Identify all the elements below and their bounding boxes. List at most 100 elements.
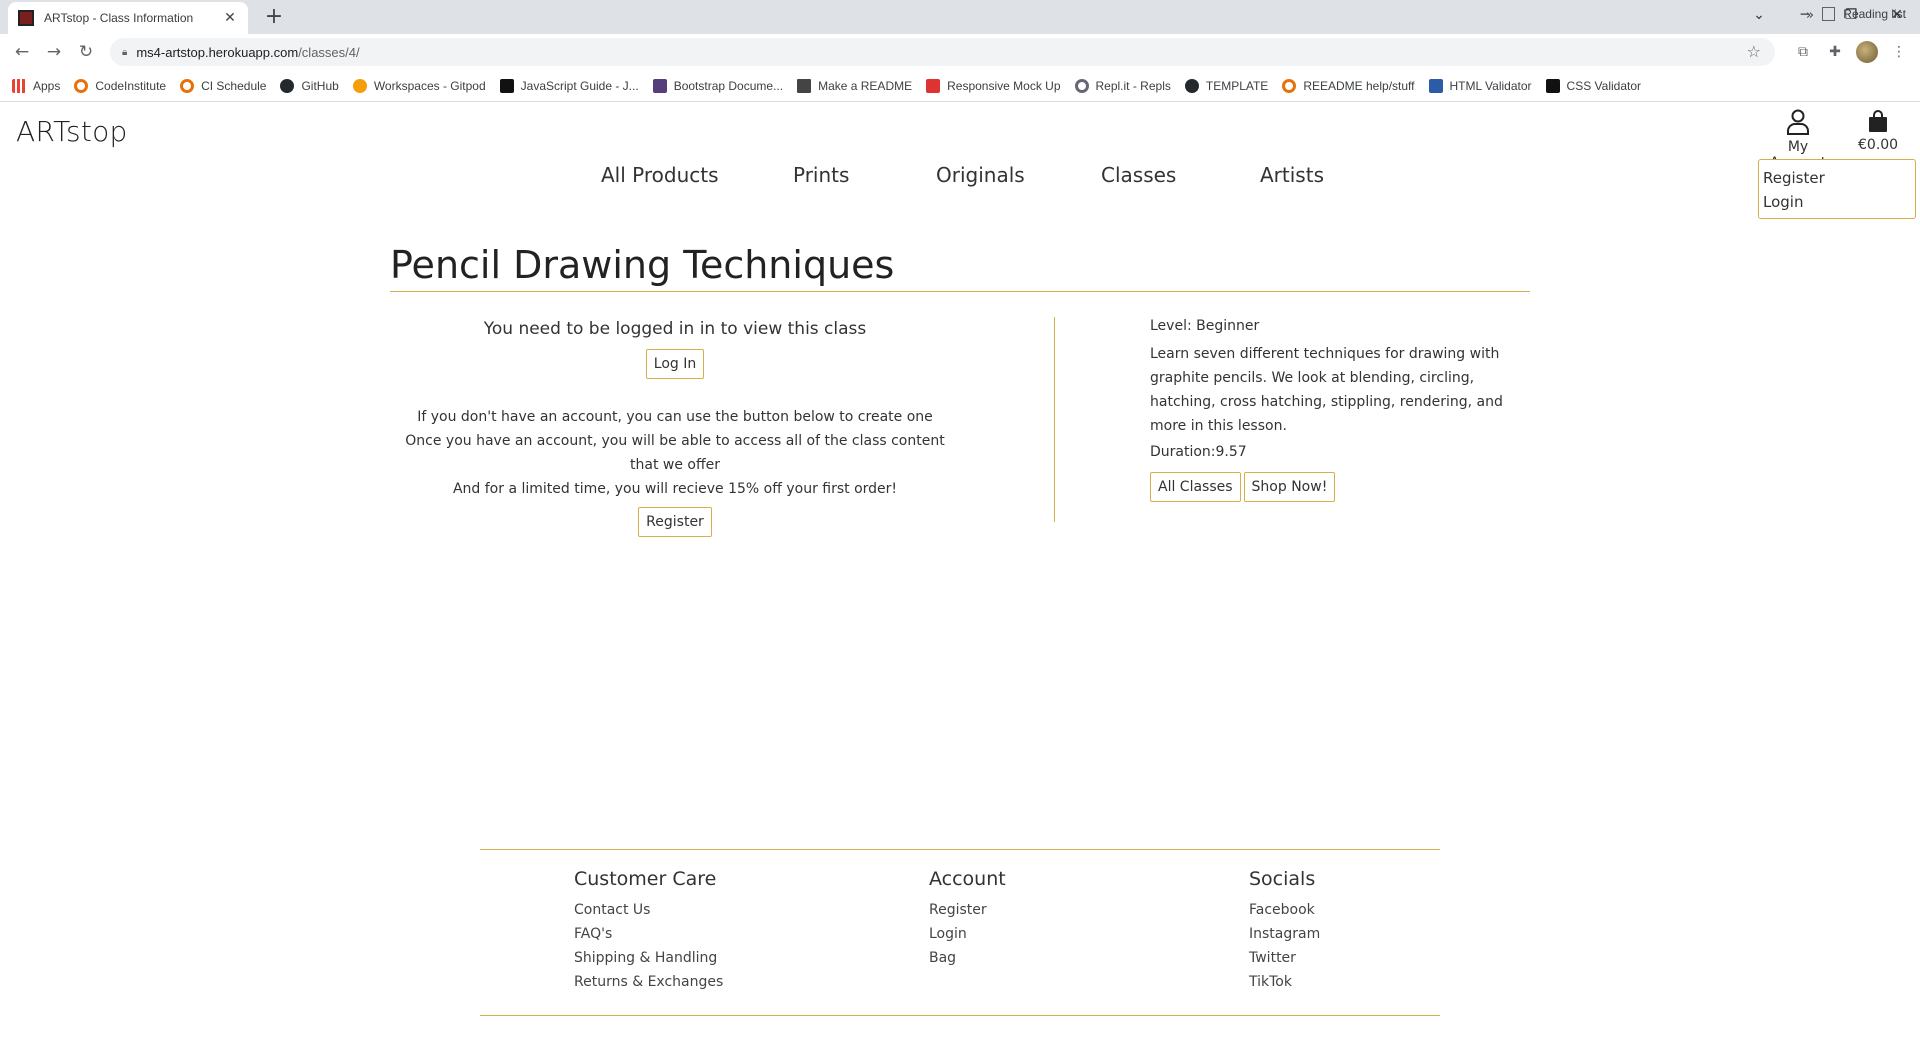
footer-link[interactable]: TikTok [1249,970,1320,994]
footer-divider-top [480,849,1440,850]
bookmark-gh-icon [280,78,295,93]
bookmark-item[interactable]: REEADME help/stuff [1282,78,1415,93]
shopping-bag-link[interactable]: €0.00 [1858,109,1898,153]
bookmark-item[interactable]: CSS Validator [1545,78,1642,93]
bookmark-item[interactable]: JavaScript Guide - J... [499,78,639,93]
site-logo[interactable]: ARTstop [16,115,128,148]
bookmark-rm-icon [926,78,941,93]
bookmark-w3-icon [1428,78,1443,93]
info-line: And for a limited time, you will recieve… [452,481,898,497]
column-divider [1054,317,1055,522]
all-classes-button[interactable]: All Classes [1150,472,1241,502]
bookmark-label: TEMPLATE [1205,78,1269,93]
bookmark-apps-icon [12,78,26,93]
bookmark-item[interactable]: CI Schedule [180,78,267,93]
bookmark-label: CodeInstitute [95,78,167,93]
browser-menu-icon[interactable]: ⋮ [1888,38,1910,66]
site-favicon-icon [18,10,34,26]
nav-classes[interactable]: Classes [1101,163,1176,187]
lock-icon: 🔒︎ [122,46,128,58]
class-level: Level: Beginner [1150,318,1260,334]
more-bookmarks-icon[interactable]: » [1806,8,1814,23]
bookmark-gh-icon [1184,78,1199,93]
class-actions: All Classes Shop Now! [1150,472,1530,502]
bookmark-ring-icon [180,78,195,93]
footer-link[interactable]: Twitter [1249,946,1320,970]
bookmarks-bar: Apps CodeInstitute CI Schedule GitHub Worksp… [0,70,1920,102]
footer-link[interactable]: Login [929,922,1006,946]
bookmark-label: JavaScript Guide - J... [520,78,639,93]
footer-link[interactable]: Register [929,898,1006,922]
bookmark-label: Apps [33,78,61,93]
bookmark-item[interactable]: Bootstrap Docume... [652,78,783,93]
dropdown-login-link[interactable]: Login [1763,190,1915,214]
nav-all-products[interactable]: All Products [601,163,719,187]
extensions-puzzle-icon[interactable]: ✚ [1824,38,1846,66]
footer-link[interactable]: Instagram [1249,922,1320,946]
bookmark-star-icon[interactable]: ☆ [1747,42,1761,61]
footer-column-title: Socials [1249,868,1316,890]
tab-search-icon[interactable]: ⌄ [1736,0,1782,30]
footer-column-account: Account Register Login Bag [929,868,1006,970]
bookmark-item[interactable]: Apps [12,78,61,93]
bookmark-label: REEADME help/stuff [1303,78,1415,93]
bookmark-label: CI Schedule [201,78,267,93]
info-line: If you don't have an account, you can us… [417,409,933,425]
nav-originals[interactable]: Originals [936,163,1025,187]
title-divider [390,291,1530,292]
profile-avatar[interactable] [1856,41,1878,63]
tab-title: ARTstop - Class Information [44,11,194,25]
footer-link[interactable]: Contact Us [574,898,723,922]
footer-link[interactable]: Returns & Exchanges [574,970,723,994]
bookmark-item[interactable]: Responsive Mock Up [926,78,1061,93]
log-in-button[interactable]: Log In [645,349,705,379]
reading-list-icon [1822,7,1836,21]
bookmark-item[interactable]: GitHub [280,78,339,93]
dropdown-register-link[interactable]: Register [1763,166,1915,190]
bookmark-item[interactable]: Workspaces - Gitpod [352,78,486,93]
new-tab-button[interactable]: + [260,4,288,32]
bookmark-label: Responsive Mock Up [947,78,1061,93]
register-info: If you don't have an account, you can us… [390,405,960,501]
cast-icon[interactable]: ⧉ [1792,38,1814,66]
bookmark-item[interactable]: HTML Validator [1428,78,1532,93]
url-text: ms4-artstop.herokuapp.com/classes/4/ [136,44,360,60]
bag-total: €0.00 [1858,137,1899,153]
footer-link[interactable]: Shipping & Handling [574,946,723,970]
nav-artists[interactable]: Artists [1260,163,1324,187]
bookmark-item[interactable]: CodeInstitute [74,78,167,93]
minimize-icon[interactable]: ─ [1782,0,1828,30]
reload-icon[interactable]: ↻ [72,38,100,66]
reading-list-button[interactable]: Reading list [1822,7,1906,21]
footer-link[interactable]: FAQ's [574,922,723,946]
class-description: Learn seven different techniques for dra… [1150,346,1503,434]
extension-icons: ⧉ ✚ ⋮ [1792,38,1910,66]
footer-link[interactable]: Facebook [1249,898,1320,922]
browser-tab[interactable]: ARTstop - Class Information ✕ [8,2,248,34]
forward-arrow-icon[interactable]: → [40,38,68,66]
bookmark-label: Make a README [818,78,913,93]
bookmark-doc-icon [797,78,812,93]
bookmark-js-icon [499,78,514,93]
bookmark-item[interactable]: Repl.it - Repls [1074,78,1171,93]
bookmark-label: Repl.it - Repls [1095,78,1171,93]
bookmark-item[interactable]: TEMPLATE [1184,78,1269,93]
login-required-panel: You need to be logged in in to view this… [390,315,960,537]
bookmark-label: Workspaces - Gitpod [373,78,486,93]
bookmark-gp-icon [352,78,367,93]
bookmark-css-icon [1545,78,1560,93]
back-arrow-icon[interactable]: ← [8,38,36,66]
footer-link[interactable]: Bag [929,946,1006,970]
shop-now-button[interactable]: Shop Now! [1243,472,1336,502]
bookmark-bs-icon [652,78,667,93]
register-button[interactable]: Register [638,507,712,537]
bookmark-label: CSS Validator [1566,78,1642,93]
bookmark-rp-icon [1074,78,1089,93]
account-dropdown: Register Login [1758,159,1916,219]
close-tab-icon[interactable]: ✕ [222,10,238,26]
address-bar[interactable]: 🔒︎ ms4-artstop.herokuapp.com/classes/4/ … [110,38,1775,66]
bookmark-item[interactable]: Make a README [797,78,913,93]
footer-column-title: Account [929,868,1006,890]
bookmark-ring-icon [1282,78,1297,93]
nav-prints[interactable]: Prints [793,163,849,187]
